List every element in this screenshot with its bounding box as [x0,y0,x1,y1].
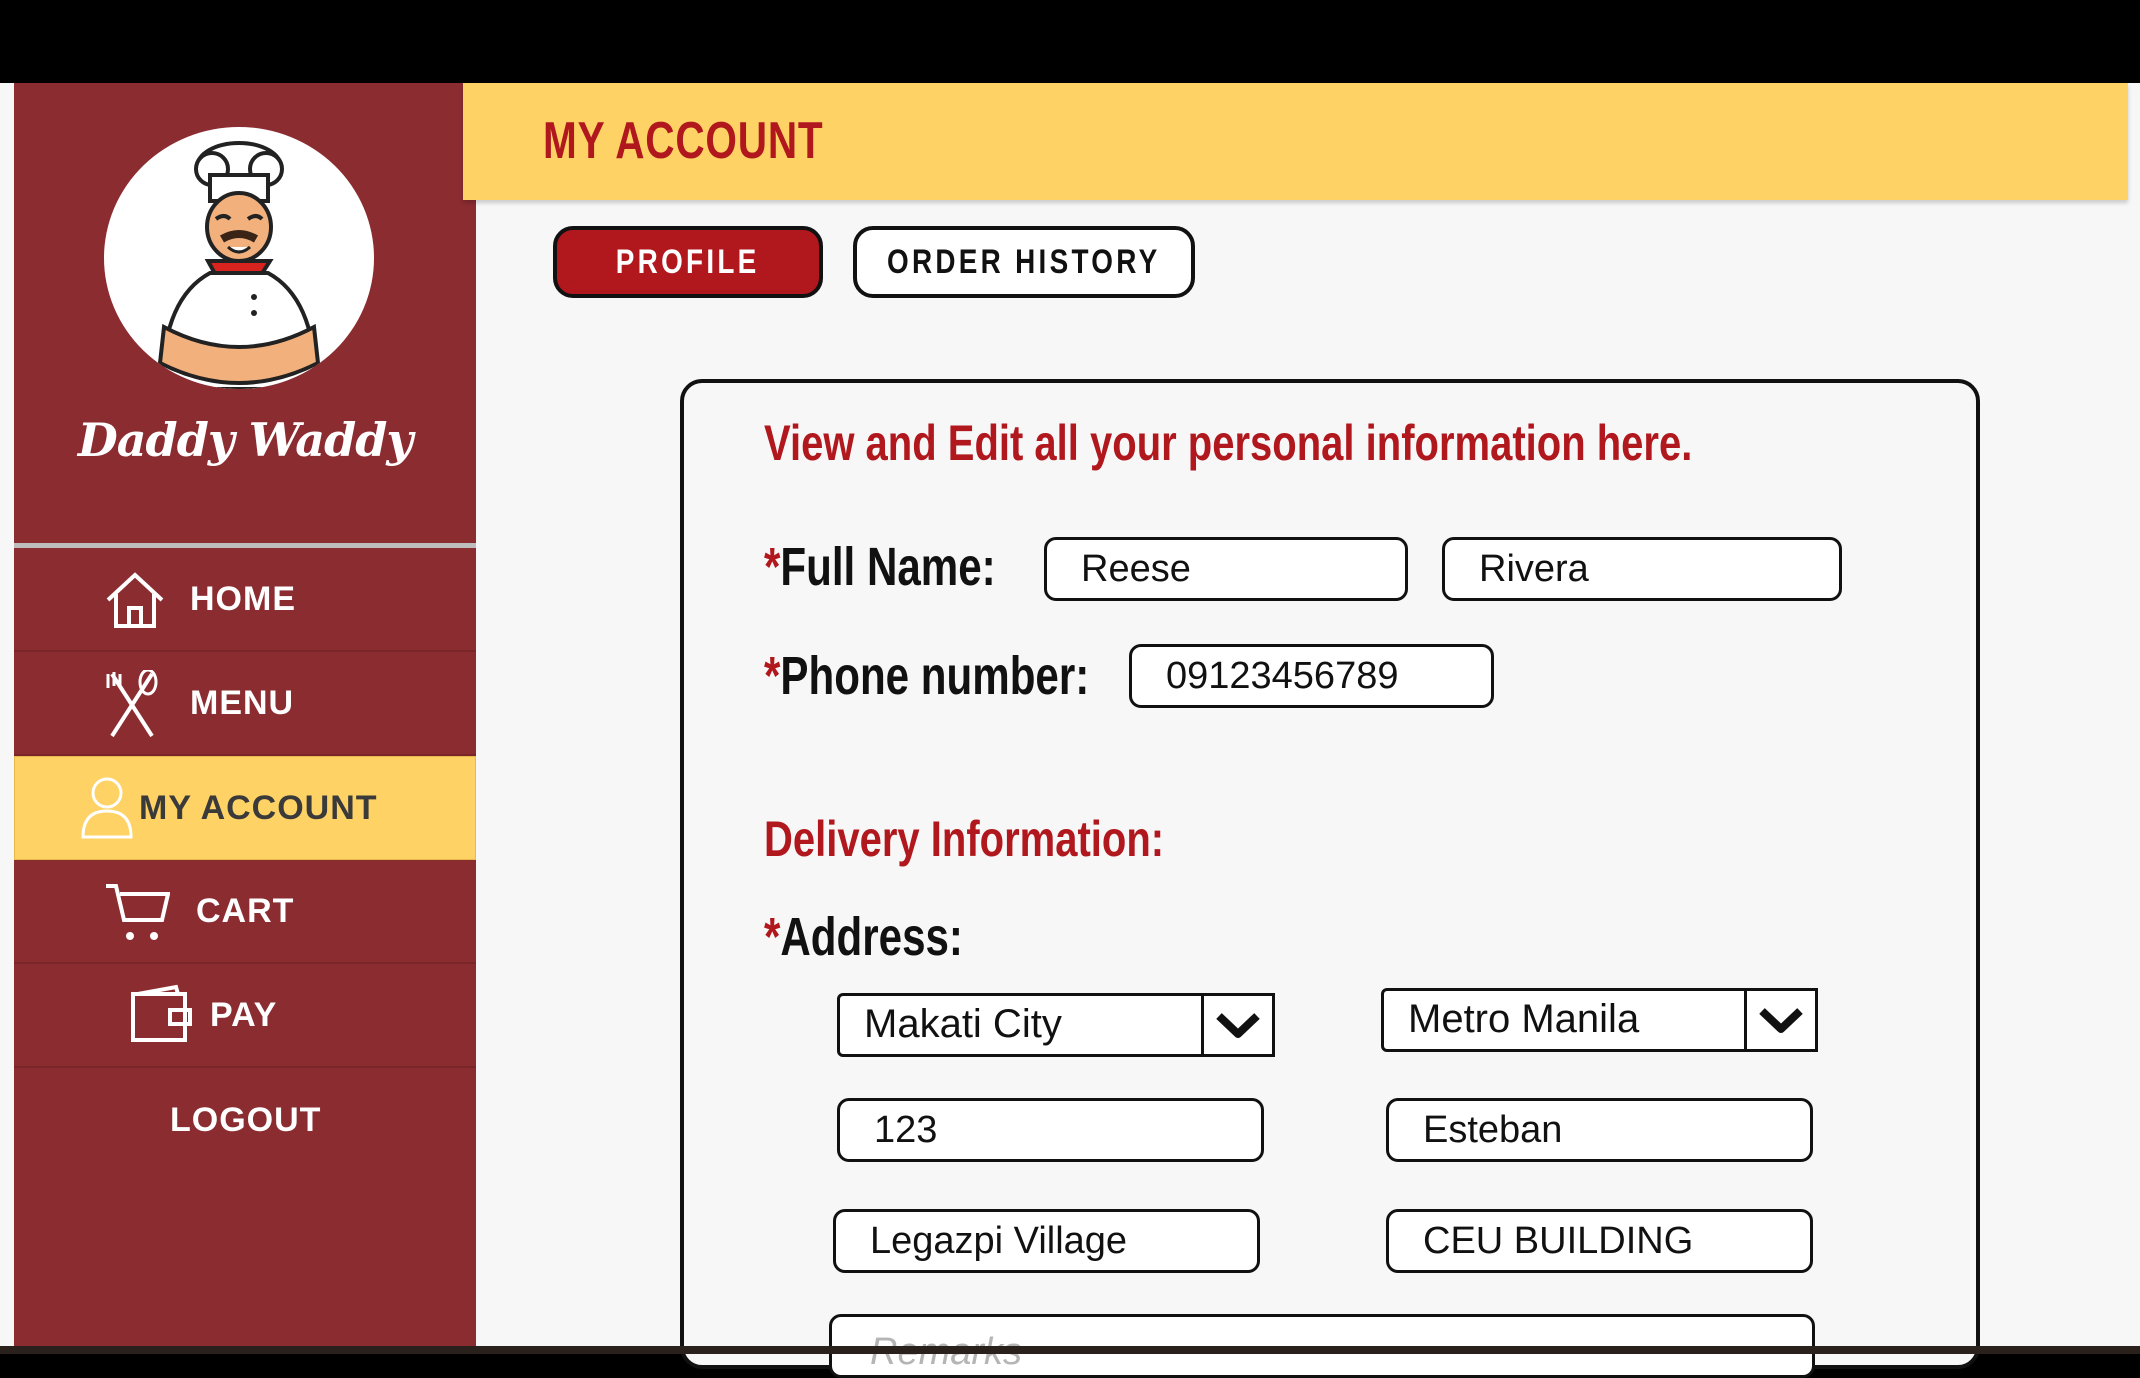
last-name-field[interactable]: Rivera [1442,537,1842,601]
sidebar-item-label: PAY [210,995,278,1034]
sidebar-item-label: LOGOUT [170,1100,322,1139]
window-top-bar [0,0,2140,83]
tab-order-history[interactable]: ORDER HISTORY [853,226,1195,298]
region-value: Metro Manila [1408,997,1640,1041]
sidebar-item-label: MY ACCOUNT [139,788,378,827]
sidebar: Daddy Waddy HOME MENU MY ACCOUNT CART PA… [14,83,476,1346]
house-number-field[interactable]: 123 [837,1098,1264,1162]
tab-label: PROFILE [616,242,760,281]
city-select[interactable]: Makati City [837,993,1275,1057]
city-value: Makati City [864,1002,1062,1046]
phone-label: *Phone number: [764,646,1090,706]
home-icon [104,570,166,639]
wallet-icon [130,984,194,1053]
sidebar-item-logout[interactable]: LOGOUT [14,1068,476,1172]
page-title: MY ACCOUNT [543,112,824,170]
tab-label: ORDER HISTORY [887,242,1161,281]
phone-field[interactable]: 09123456789 [1129,644,1494,708]
tab-profile[interactable]: PROFILE [553,226,823,298]
profile-intro: View and Edit all your personal informat… [764,415,1693,471]
cart-icon [104,880,171,953]
brand-name: Daddy Waddy [77,413,413,467]
sidebar-item-label: CART [196,891,295,930]
sidebar-item-my-account[interactable]: MY ACCOUNT [14,756,476,860]
sidebar-item-pay[interactable]: PAY [14,964,476,1068]
delivery-heading: Delivery Information: [764,811,1165,867]
sidebar-item-label: HOME [190,579,296,618]
region-select[interactable]: Metro Manila [1381,988,1818,1052]
user-icon [79,775,135,848]
address-label: *Address: [764,907,963,967]
page-header: MY ACCOUNT [463,83,2128,200]
chevron-down-icon[interactable] [1744,988,1818,1052]
bottom-strip [0,1346,2140,1354]
chevron-down-icon[interactable] [1201,993,1275,1057]
chef-logo [104,127,374,389]
barangay-field[interactable]: Legazpi Village [833,1209,1260,1273]
utensils-icon [104,668,160,749]
street-field[interactable]: Esteban [1386,1098,1813,1162]
sidebar-item-label: MENU [190,683,295,722]
first-name-field[interactable]: Reese [1044,537,1408,601]
building-field[interactable]: CEU BUILDING [1386,1209,1813,1273]
sidebar-item-menu[interactable]: MENU [14,652,476,756]
full-name-label: *Full Name: [764,537,996,597]
sidebar-item-home[interactable]: HOME [14,548,476,652]
sidebar-item-cart[interactable]: CART [14,860,476,964]
